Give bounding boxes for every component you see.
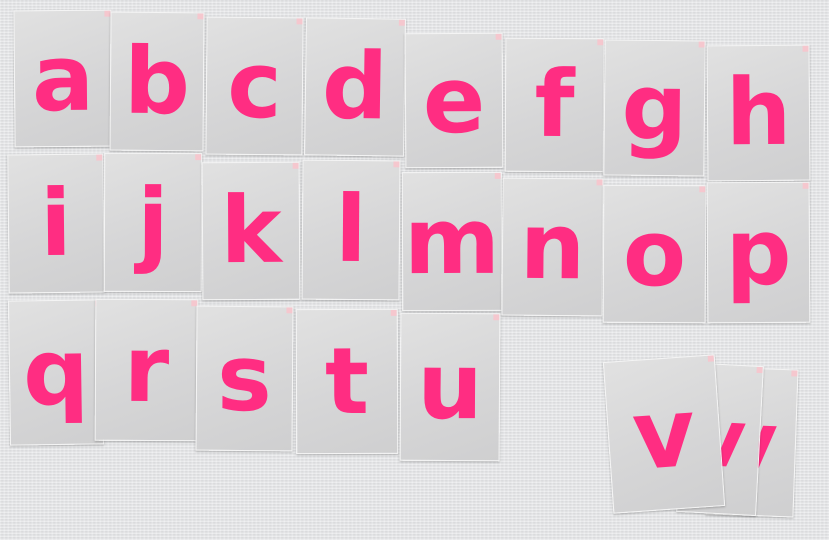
card-u: u: [399, 312, 501, 462]
card-c: c: [205, 16, 304, 156]
card-e: e: [404, 32, 504, 169]
letter-u: u: [416, 332, 484, 441]
letter-n: n: [519, 192, 586, 301]
card-g: g: [603, 39, 706, 177]
letter-j: j: [137, 168, 169, 276]
card-m: m: [401, 171, 503, 312]
card-p: p: [706, 181, 811, 324]
card-h: h: [706, 44, 811, 182]
letter-p: p: [725, 198, 792, 306]
card-r: r: [94, 298, 199, 442]
card-d: d: [304, 17, 406, 157]
letter-d: d: [321, 32, 389, 141]
letter-o: o: [622, 199, 687, 308]
card-k: k: [201, 161, 301, 301]
letter-i: i: [39, 169, 73, 277]
letter-g: g: [621, 53, 688, 162]
letter-t: t: [324, 327, 370, 435]
card-a: a: [13, 9, 113, 148]
card-i: i: [7, 153, 105, 294]
letter-cards-scene: a b c d e f g h i j k l m n o p q r s t …: [0, 0, 829, 540]
letter-b: b: [123, 27, 191, 135]
letter-c: c: [226, 31, 283, 140]
card-f: f: [504, 37, 605, 173]
letter-v: v: [628, 375, 700, 493]
letter-r: r: [123, 315, 170, 424]
letter-f: f: [534, 50, 575, 159]
card-o: o: [602, 184, 707, 324]
card-j: j: [103, 152, 203, 293]
letter-s: s: [216, 324, 273, 432]
letter-a: a: [31, 24, 95, 132]
letter-h: h: [725, 58, 792, 167]
letter-m: m: [403, 187, 501, 295]
letter-l: l: [334, 175, 368, 284]
card-t: t: [295, 308, 399, 455]
card-b: b: [109, 11, 205, 152]
card-v: v: [602, 354, 726, 514]
letter-q: q: [22, 318, 90, 426]
letter-e: e: [422, 46, 486, 154]
card-l: l: [301, 159, 401, 301]
card-q: q: [7, 299, 105, 446]
card-s: s: [195, 305, 294, 452]
letter-k: k: [220, 176, 282, 285]
card-n: n: [501, 177, 604, 317]
